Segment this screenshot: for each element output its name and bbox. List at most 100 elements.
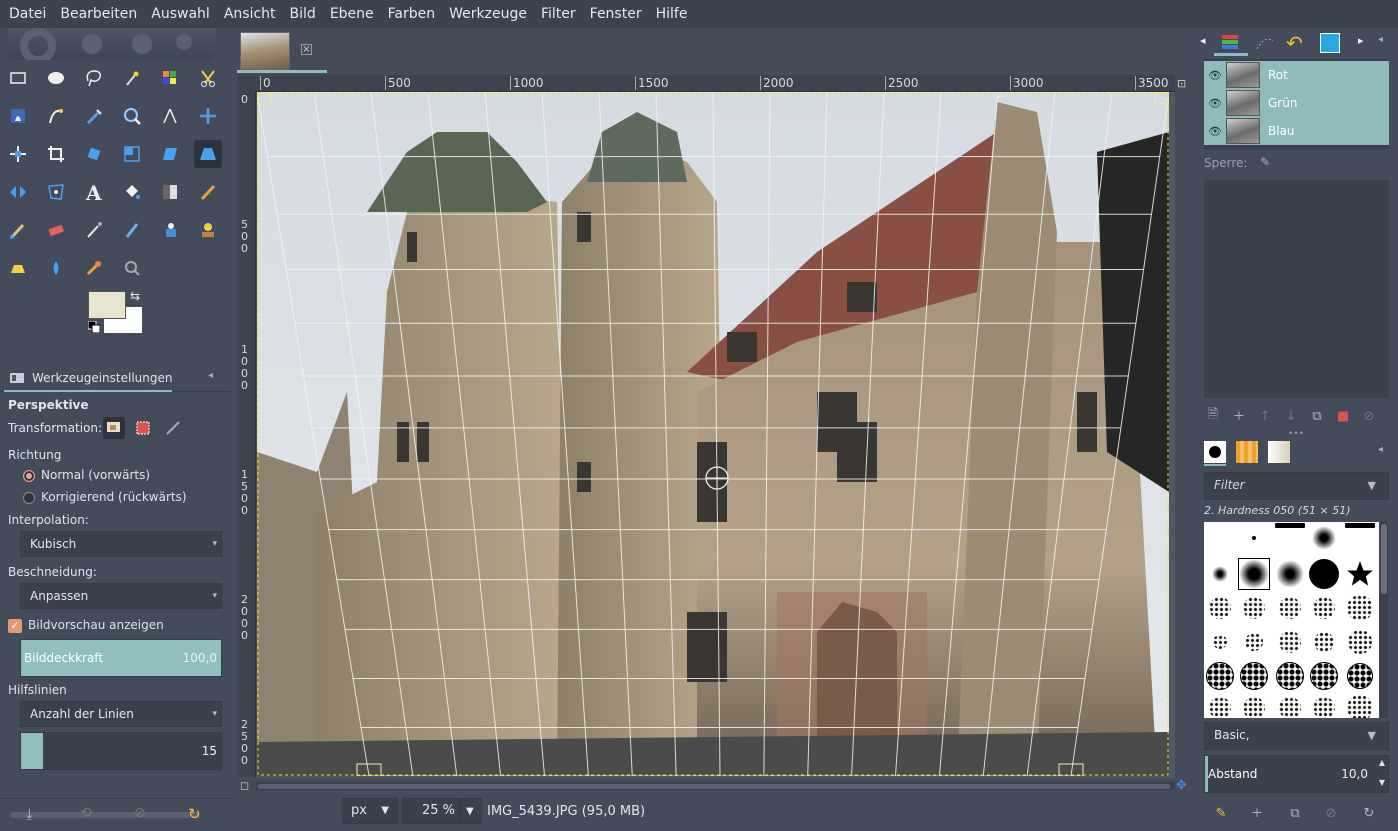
brush-preset[interactable]: [1312, 526, 1336, 550]
rect-select-icon[interactable]: [4, 64, 32, 92]
fuzzy-select-icon[interactable]: [118, 64, 146, 92]
raise-channel-icon[interactable]: ↑: [1256, 407, 1274, 425]
tab-menu-icon[interactable]: ◂: [1378, 34, 1383, 45]
horizontal-scrollbar[interactable]: [256, 782, 1175, 790]
delete-brush-icon[interactable]: ⊘: [1322, 804, 1340, 822]
brush-preset[interactable]: [1346, 560, 1374, 588]
image-tab[interactable]: ×: [237, 30, 327, 73]
spin-down-icon[interactable]: ▼: [1379, 778, 1385, 787]
brush-preset[interactable]: [1213, 635, 1227, 649]
clipping-combo[interactable]: Anpassen ▾: [20, 583, 222, 609]
canvas-image[interactable]: [257, 92, 1169, 776]
brush-filter-combo[interactable]: Filter ▼: [1204, 472, 1389, 500]
shear-icon[interactable]: [156, 140, 184, 168]
foreground-select-icon[interactable]: [4, 102, 32, 130]
edit-channel-icon[interactable]: 🗎: [1204, 407, 1222, 425]
quickmask-icon[interactable]: ◻: [240, 779, 249, 792]
menu-ebene[interactable]: Ebene: [323, 0, 381, 28]
tab-menu-icon[interactable]: ◂: [208, 370, 213, 381]
channel-row[interactable]: 👁 Grün: [1204, 89, 1389, 117]
airbrush-icon[interactable]: [80, 216, 108, 244]
transform-selection-button[interactable]: [134, 419, 152, 437]
scroll-thumb[interactable]: [258, 784, 1170, 789]
default-colors-icon[interactable]: [87, 320, 101, 334]
brush-preset[interactable]: [1212, 566, 1228, 582]
tab-menu-icon[interactable]: ◂: [1378, 444, 1383, 455]
channel-row[interactable]: 👁 Blau: [1204, 117, 1389, 145]
swap-colors-icon[interactable]: ⇆: [130, 289, 140, 303]
text-icon[interactable]: A: [80, 178, 108, 206]
delete-options-icon[interactable]: ⊘: [134, 805, 146, 821]
patterns-tab[interactable]: [1236, 441, 1258, 463]
brush-grid[interactable]: [1204, 522, 1379, 718]
align-icon[interactable]: [4, 140, 32, 168]
brush-preset[interactable]: [1279, 697, 1301, 718]
tool-options-tab-label[interactable]: Werkzeugeinstellungen: [32, 371, 172, 385]
direction-backward-radio[interactable]: Korrigierend (rückwärts): [23, 490, 187, 504]
paths-icon[interactable]: [42, 102, 70, 130]
zoom-icon[interactable]: [118, 102, 146, 130]
brush-preset[interactable]: [1309, 559, 1339, 589]
smudge-icon[interactable]: [80, 254, 108, 282]
cage-icon[interactable]: [42, 178, 70, 206]
chevron-right-icon[interactable]: ▸: [1358, 34, 1364, 47]
undo-history-tab[interactable]: ↶: [1286, 31, 1310, 55]
channel-row[interactable]: 👁 Rot: [1204, 61, 1389, 89]
duplicate-channel-icon[interactable]: ⧉: [1308, 407, 1326, 425]
eraser-icon[interactable]: [42, 216, 70, 244]
blur-icon[interactable]: [42, 254, 70, 282]
paintbrush-icon[interactable]: [4, 216, 32, 244]
bucket-fill-icon[interactable]: [118, 178, 146, 206]
brush-preset[interactable]: [1209, 597, 1231, 619]
restore-options-icon[interactable]: ⟲: [80, 805, 92, 821]
brush-scrollbar[interactable]: [1380, 522, 1388, 718]
gradient-icon[interactable]: [156, 178, 184, 206]
brush-preset[interactable]: [1348, 630, 1372, 654]
brush-preset[interactable]: [1313, 597, 1335, 619]
zoom-combo[interactable]: 25 %: [402, 798, 462, 824]
menu-werkzeuge[interactable]: Werkzeuge: [442, 0, 534, 28]
unit-combo[interactable]: px ▼: [342, 798, 398, 824]
gradients-tab[interactable]: [1268, 441, 1290, 463]
measure-icon[interactable]: [156, 102, 184, 130]
brush-preset[interactable]: [1243, 697, 1265, 718]
move-icon[interactable]: [194, 102, 222, 130]
brush-preset[interactable]: [1279, 597, 1301, 619]
images-tab[interactable]: [1320, 33, 1340, 53]
menu-farben[interactable]: Farben: [381, 0, 442, 28]
menu-ansicht[interactable]: Ansicht: [217, 0, 283, 28]
reset-options-icon[interactable]: ↻: [188, 805, 201, 823]
menu-bearbeiten[interactable]: Bearbeiten: [53, 0, 144, 28]
brush-preset[interactable]: [1245, 633, 1263, 651]
transform-layer-button[interactable]: [103, 417, 125, 439]
duplicate-brush-icon[interactable]: ⧉: [1286, 804, 1304, 822]
scale-icon[interactable]: [118, 140, 146, 168]
color-select-icon[interactable]: [156, 64, 184, 92]
clone-icon[interactable]: [156, 216, 184, 244]
brushes-tab[interactable]: [1204, 441, 1226, 463]
brush-preset[interactable]: [1276, 560, 1304, 588]
menu-bild[interactable]: Bild: [283, 0, 323, 28]
save-options-icon[interactable]: ⤓: [26, 805, 33, 823]
lower-channel-icon[interactable]: ↓: [1282, 407, 1300, 425]
close-icon[interactable]: ×: [301, 44, 312, 55]
brush-preset[interactable]: [1310, 662, 1338, 690]
zoom-dropdown[interactable]: ▼: [460, 798, 482, 824]
opacity-slider[interactable]: Bilddeckkraft 100,0: [20, 639, 222, 677]
guides-combo[interactable]: Anzahl der Linien ▾: [20, 701, 222, 727]
brush-preset[interactable]: [1240, 662, 1268, 690]
brush-preset[interactable]: [1347, 595, 1373, 621]
interpolation-combo[interactable]: Kubisch ▾: [20, 531, 222, 557]
lines-count-slider[interactable]: 15: [20, 732, 222, 770]
rotate-icon[interactable]: [80, 140, 108, 168]
menu-fenster[interactable]: Fenster: [583, 0, 649, 28]
brush-preset[interactable]: [1347, 695, 1373, 718]
brush-preset[interactable]: [1276, 662, 1304, 690]
fg-bg-colors[interactable]: ⇆: [87, 289, 144, 335]
delete-channel-icon[interactable]: ⊘: [1360, 407, 1378, 425]
flip-icon[interactable]: [4, 178, 32, 206]
eye-icon[interactable]: 👁: [1204, 125, 1226, 138]
perspective-clone-icon[interactable]: [4, 254, 32, 282]
brush-preset[interactable]: [1313, 697, 1335, 718]
scissors-icon[interactable]: [194, 64, 222, 92]
